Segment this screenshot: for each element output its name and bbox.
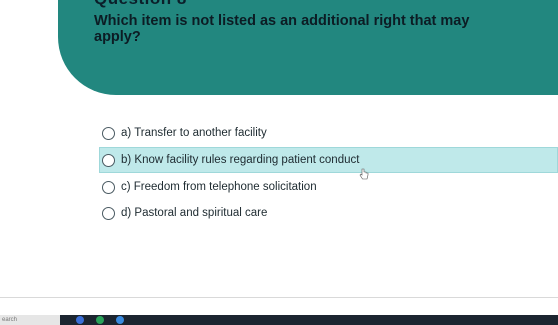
option-b-label: b) Know facility rules regarding patient…	[121, 154, 360, 166]
footer-divider	[0, 297, 558, 298]
radio-icon[interactable]	[102, 180, 115, 194]
radio-icon[interactable]	[102, 206, 115, 220]
chrome-icon[interactable]	[96, 316, 104, 324]
option-d[interactable]: d) Pastoral and spiritual care	[100, 200, 558, 226]
hand-cursor-icon	[359, 168, 369, 180]
taskbar: earch	[0, 315, 558, 325]
question-label: Question 8	[94, 0, 187, 9]
option-c[interactable]: c) Freedom from telephone solicitation	[100, 174, 558, 200]
option-d-label: d) Pastoral and spiritual care	[121, 207, 268, 219]
option-a-label: a) Transfer to another facility	[121, 127, 267, 139]
taskbar-search[interactable]: earch	[0, 315, 60, 325]
option-b[interactable]: b) Know facility rules regarding patient…	[99, 147, 558, 173]
option-a[interactable]: a) Transfer to another facility	[100, 120, 558, 146]
option-c-label: c) Freedom from telephone solicitation	[121, 181, 317, 193]
app-icon[interactable]	[76, 316, 84, 324]
radio-icon[interactable]	[102, 153, 115, 167]
edge-icon[interactable]	[116, 316, 124, 324]
radio-icon[interactable]	[102, 126, 115, 140]
question-text: Which item is not listed as an additiona…	[94, 13, 470, 45]
